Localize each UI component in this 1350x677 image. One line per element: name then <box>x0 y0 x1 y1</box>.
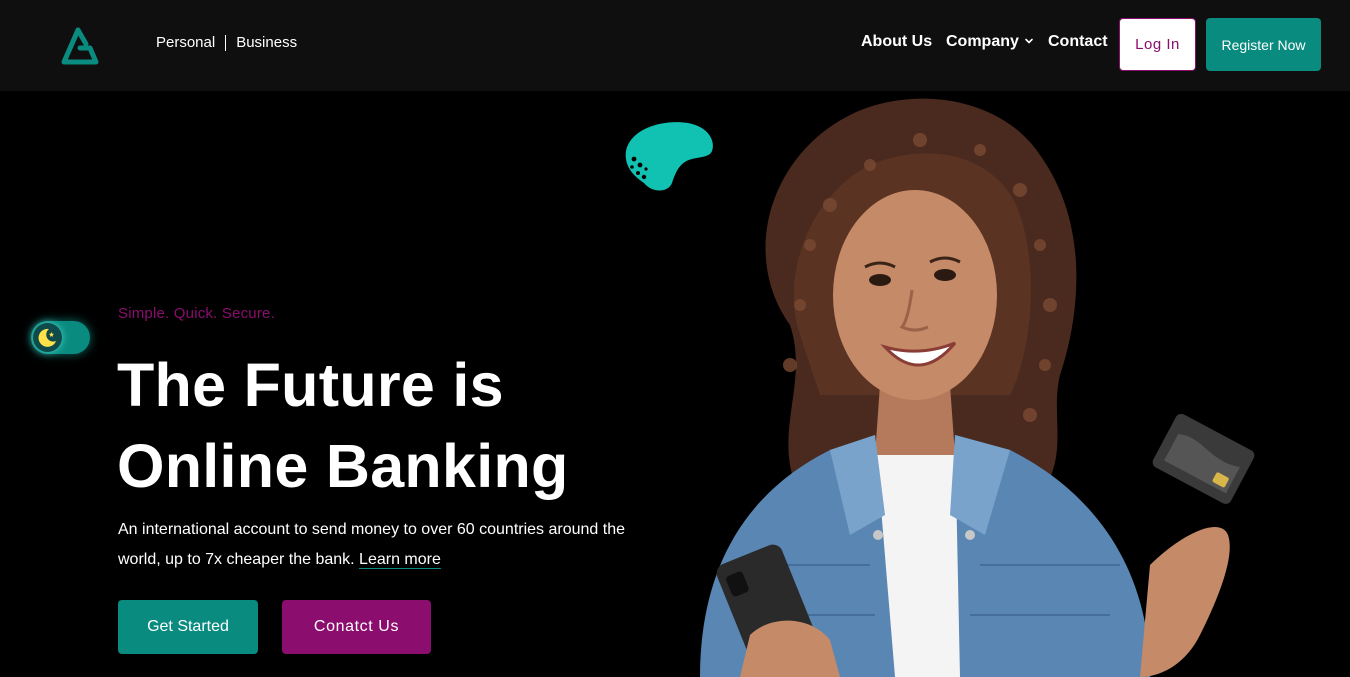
nav-company[interactable]: Company <box>946 33 1034 51</box>
register-now-button[interactable]: Register Now <box>1206 18 1321 71</box>
nav-contact[interactable]: Contact <box>1048 33 1108 51</box>
nav-company-label: Company <box>946 33 1019 50</box>
nav-about-label: About Us <box>861 33 933 50</box>
hero-tagline: Simple. Quick. Secure. <box>118 305 275 322</box>
hero-title: The Future is Online Banking <box>117 345 677 507</box>
get-started-button[interactable]: Get Started <box>118 600 258 654</box>
hero-title-line-1: The Future is <box>117 351 504 419</box>
hero-description: An international account to send money t… <box>118 515 648 575</box>
hero-title-line-2: Online Banking <box>117 432 569 500</box>
nav-about-us[interactable]: About Us <box>861 33 932 51</box>
moon-star-icon <box>38 328 56 347</box>
hero-woman-image <box>700 98 1255 677</box>
personal-link[interactable]: Personal <box>156 34 215 51</box>
dark-mode-toggle[interactable] <box>31 321 90 354</box>
account-type-switch: Personal Business <box>156 34 297 51</box>
login-button[interactable]: Log In <box>1119 18 1196 71</box>
business-link[interactable]: Business <box>236 34 297 51</box>
learn-more-link[interactable]: Learn more <box>359 551 441 568</box>
site-header: Personal Business About Us Company Conta… <box>0 0 1350 91</box>
segment-divider <box>225 34 227 51</box>
chevron-down-icon <box>1025 38 1033 44</box>
nav-contact-label: Contact <box>1048 33 1108 50</box>
toggle-knob <box>33 323 62 352</box>
contact-us-button[interactable]: Conatct Us <box>282 600 431 654</box>
brand-logo-icon[interactable] <box>60 26 100 68</box>
